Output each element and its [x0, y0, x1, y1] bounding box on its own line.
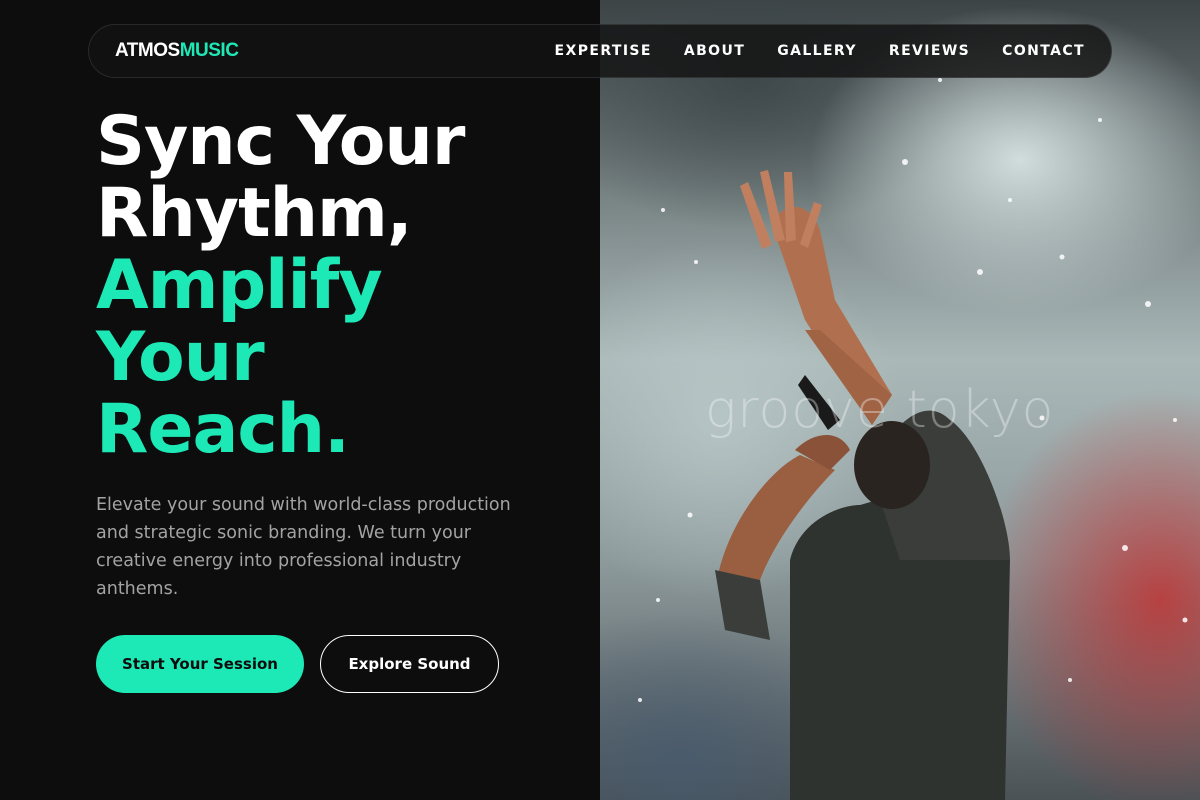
image-watermark: groove tokyo	[705, 380, 1055, 440]
explore-sound-button[interactable]: Explore Sound	[320, 635, 499, 693]
landing-page: groove tokyo ATMOSMUSIC EXPERTISE ABOUT …	[0, 0, 1200, 800]
nav-link-expertise[interactable]: EXPERTISE	[555, 43, 652, 59]
nav-link-gallery[interactable]: GALLERY	[777, 43, 857, 59]
headline-line-3: Amplify	[96, 246, 383, 325]
headline-line-2: Rhythm,	[96, 174, 413, 253]
nav-link-about[interactable]: ABOUT	[684, 43, 745, 59]
nav-link-reviews[interactable]: REVIEWS	[889, 43, 970, 59]
nav-links: EXPERTISE ABOUT GALLERY REVIEWS CONTACT	[523, 43, 1085, 59]
hero-description: Elevate your sound with world-class prod…	[96, 495, 511, 599]
headline-line-5: Reach.	[96, 390, 350, 469]
logo[interactable]: ATMOSMUSIC	[115, 40, 239, 62]
hero-headline: Sync Your Rhythm, Amplify Your Reach.	[96, 106, 576, 466]
headline-line-4: Your	[96, 318, 265, 397]
start-session-button[interactable]: Start Your Session	[96, 635, 304, 693]
headline-line-1: Sync Your	[96, 102, 465, 181]
navbar: ATMOSMUSIC EXPERTISE ABOUT GALLERY REVIE…	[88, 24, 1112, 78]
logo-text-primary: ATMOS	[115, 40, 180, 61]
logo-text-accent: MUSIC	[179, 40, 239, 61]
nav-link-contact[interactable]: CONTACT	[1002, 43, 1085, 59]
